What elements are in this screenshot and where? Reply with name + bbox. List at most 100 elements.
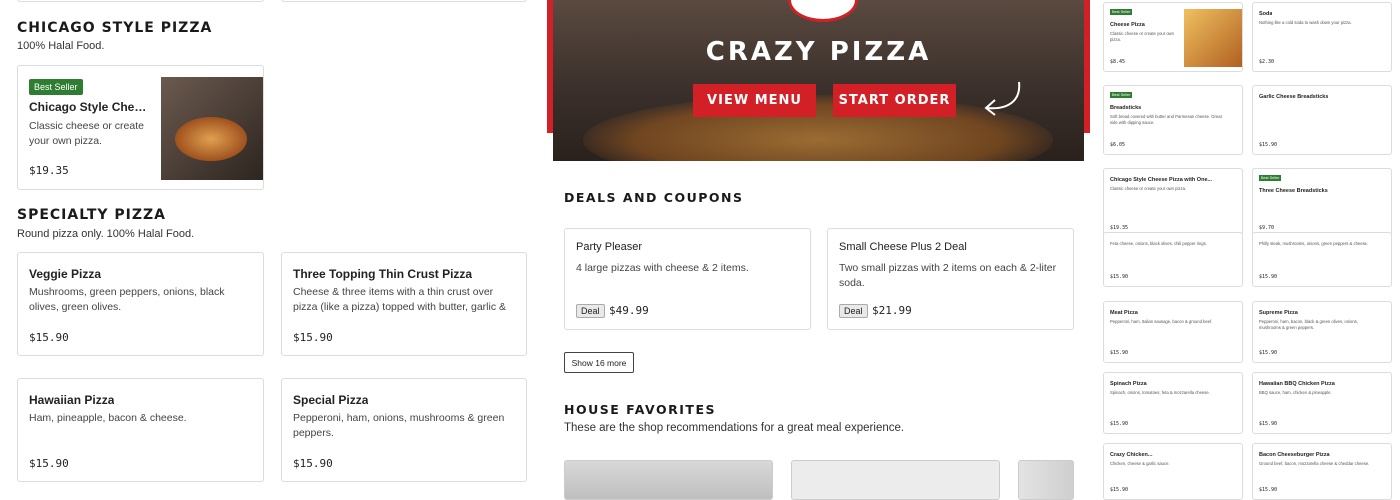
menu-card-title: Chicago Style Cheese Pizza with One... [1110,177,1213,183]
menu-card-price: $15.90 [1259,142,1278,148]
menu-card-title: Crazy Chicken... [1110,452,1153,458]
menu-card-small[interactable]: Spinach Pizza Spinach, onions, tomatoes, … [1103,372,1243,434]
menu-card-small[interactable]: Supreme Pizza Pepperoni, ham, bacon, blac… [1252,301,1392,363]
menu-card-price: $15.90 [1259,421,1278,427]
menu-card-title: Chicago Style Cheese... [29,100,149,114]
menu-card-small[interactable]: Hawaiian BBQ Chicken Pizza BBQ sauce, ham… [1252,372,1392,434]
favorite-photo[interactable] [791,460,1000,500]
deal-name: Party Pleaser [576,241,643,253]
menu-card-title: Bacon Cheeseburger Pizza [1259,452,1330,458]
deal-price: $49.99 [609,304,649,317]
menu-card-price: $15.90 [1259,487,1278,493]
menu-card-small[interactable]: Philly steak, mushrooms, onions, green p… [1252,232,1392,287]
menu-card-title: Spinach Pizza [1110,381,1147,387]
favorite-photo[interactable] [564,460,773,500]
menu-card-title: Hawaiian BBQ Chicken Pizza [1259,381,1335,387]
menu-card-price: $15.90 [293,331,333,344]
hero-image: CRAZY PIZZA VIEW MENU START ORDER [553,0,1084,161]
menu-card-desc: Ground beef, bacon, mozzarella cheese & … [1259,461,1370,466]
menu-card-price: $15.90 [293,457,333,470]
menu-card-price: $6.05 [1110,142,1126,148]
menu-card-price: $15.90 [1110,274,1129,280]
menu-left-panel: CHICAGO STYLE PIZZA 100% Halal Food. Bes… [0,0,545,500]
best-seller-badge: Best Seller [29,79,83,95]
menu-card-desc: Feta cheese, onions, black olives, chili… [1110,241,1207,246]
menu-card-price: $15.90 [1110,487,1129,493]
section-title-chicago: CHICAGO STYLE PIZZA [17,20,213,36]
section-subtitle-favorites: These are the shop recommendations for a… [564,422,905,434]
menu-card-veggie[interactable]: Veggie Pizza Mushrooms, green peppers, o… [17,252,264,356]
menu-card-price: $15.90 [29,331,69,344]
menu-card-hawaiian[interactable]: Hawaiian Pizza Ham, pineapple, bacon & c… [17,378,264,482]
menu-card-small[interactable]: Best Seller Three Cheese Breadsticks $9.70 [1252,168,1392,238]
deal-name: Small Cheese Plus 2 Deal [839,241,967,253]
menu-card-partial[interactable] [281,0,527,2]
menu-card-small[interactable]: Chicago Style Cheese Pizza with One... Cl… [1103,168,1243,238]
menu-card-title: Veggie Pizza [29,267,102,281]
menu-card-desc: Nothing like a cold soda to wash down yo… [1259,20,1352,25]
view-menu-button[interactable]: VIEW MENU [693,84,816,117]
menu-card-price: $15.90 [29,457,69,470]
menu-card-title: Hawaiian Pizza [29,393,115,407]
menu-card-title: Meat Pizza [1110,310,1138,316]
menu-card-three-topping[interactable]: Three Topping Thin Crust Pizza Cheese & … [281,252,527,356]
best-seller-badge: Best Seller [1110,9,1133,15]
deal-card-party-pleaser[interactable]: Party Pleaser 4 large pizzas with cheese… [564,228,811,330]
menu-card-desc: Ham, pineapple, bacon & cheese. [29,412,187,424]
menu-card-title: Special Pizza [293,393,369,407]
menu-card-price: $15.90 [1110,421,1129,427]
menu-card-price: $8.45 [1110,59,1126,65]
menu-card-special[interactable]: Special Pizza Pepperoni, ham, onions, mu… [281,378,527,482]
menu-card-small[interactable]: Feta cheese, onions, black olives, chili… [1103,232,1243,287]
section-title-specialty: SPECIALTY PIZZA [17,207,166,223]
menu-card-chicago-cheese[interactable]: Best Seller Chicago Style Cheese... Clas… [17,65,264,190]
menu-card-title: Breadsticks [1110,105,1142,111]
menu-card-price: $15.90 [1259,274,1278,280]
menu-card-desc: Cheese & three items with a thin crust o… [293,286,507,313]
menu-card-small[interactable]: Best Seller Breadsticks Soft bread covered… [1103,85,1243,155]
menu-card-title: Three Topping Thin Crust Pizza [293,267,473,281]
menu-card-price: $2.30 [1259,59,1275,65]
pizza-photo [1184,9,1242,67]
section-subtitle-specialty: Round pizza only. 100% Halal Food. [17,228,195,240]
menu-card-title: Garlic Cheese Breadsticks [1259,94,1329,100]
menu-card-small[interactable]: Garlic Cheese Breadsticks $15.90 [1252,85,1392,155]
menu-card-partial[interactable] [17,0,264,2]
menu-card-price: $15.90 [1110,350,1129,356]
menu-card-desc: Classic cheese or create your own pizza. [29,120,144,147]
favorite-photo[interactable] [1018,460,1074,500]
menu-card-desc: Pepperoni, ham, Italian sausage, bacon &… [1110,319,1213,324]
logo [788,0,858,22]
menu-card-desc: Philly steak, mushrooms, onions, green p… [1259,241,1369,246]
menu-card-title: Three Cheese Breadsticks [1259,188,1328,194]
show-more-button[interactable]: Show 16 more [564,352,634,373]
menu-card-desc: Classic cheese or create your own pizza. [1110,186,1187,191]
menu-card-title: Cheese Pizza [1110,22,1145,28]
menu-card-desc: Soft bread covered with butter and Parme… [1110,114,1222,125]
menu-card-small[interactable]: Best Seller Cheese Pizza Classic cheese or… [1103,2,1243,72]
deal-card-small-cheese[interactable]: Small Cheese Plus 2 Deal Two small pizza… [827,228,1074,330]
section-title-deals: DEALS AND COUPONS [564,190,744,205]
curved-arrow-icon [984,81,1021,116]
menu-card-desc: Spinach, onions, tomatoes, feta & mozzar… [1110,390,1210,395]
menu-card-price: $9.70 [1259,225,1275,231]
menu-card-desc: Classic cheese or create your own pizza. [1110,31,1175,42]
deal-desc: 4 large pizzas with cheese & 2 items. [576,262,749,274]
menu-card-desc: Pepperoni, ham, onions, mushrooms & gree… [293,412,505,439]
menu-card-title: Supreme Pizza [1259,310,1298,316]
hero-title: CRAZY PIZZA [705,37,932,67]
right-menu-panel: Best Seller Cheese Pizza Classic cheese or… [1090,0,1400,500]
start-order-button[interactable]: START ORDER [833,84,956,117]
menu-card-desc: BBQ sauce, ham, chicken & pineapple. [1259,390,1332,395]
menu-card-desc: Mushrooms, green peppers, onions, black … [29,286,225,313]
menu-card-price: $19.35 [29,164,69,177]
menu-card-small[interactable]: Meat Pizza Pepperoni, ham, Italian sausag… [1103,301,1243,363]
deal-tag: Deal [576,304,605,318]
menu-card-desc: Chicken, cheese & garlic sauce. [1110,461,1170,466]
menu-card-title: Soda [1259,11,1273,17]
menu-card-small[interactable]: Soda Nothing like a cold soda to wash dow… [1252,2,1392,72]
menu-card-price: $15.90 [1259,350,1278,356]
best-seller-badge: Best Seller [1259,175,1282,181]
menu-card-small[interactable]: Bacon Cheeseburger Pizza Ground beef, bac… [1252,443,1392,500]
menu-card-small[interactable]: Crazy Chicken... Chicken, cheese & garlic… [1103,443,1243,500]
